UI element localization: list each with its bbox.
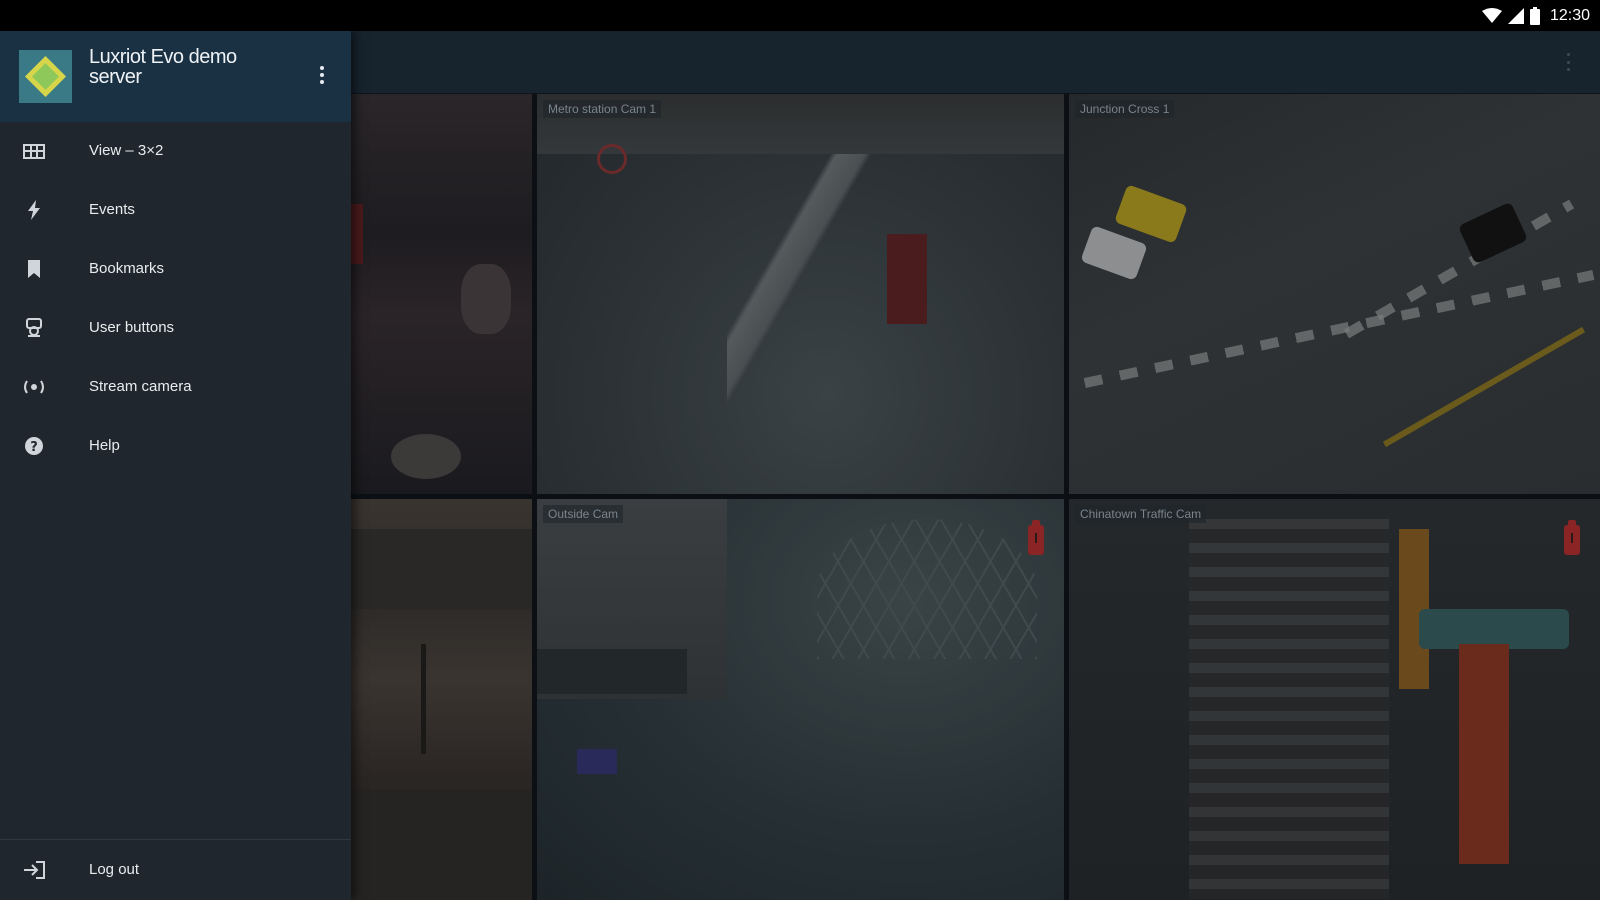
stream-camera-icon bbox=[24, 380, 44, 394]
drawer-divider bbox=[0, 839, 351, 840]
camera-label: Chinatown Traffic Cam bbox=[1075, 505, 1207, 523]
camera-tile[interactable]: Metro station Cam 1 bbox=[537, 94, 1064, 494]
help-icon: ? bbox=[25, 437, 43, 455]
server-menu-icon[interactable] bbox=[314, 63, 330, 87]
app-logo bbox=[19, 50, 72, 103]
app-bar bbox=[351, 31, 1600, 93]
nav-item-label: User buttons bbox=[89, 319, 175, 336]
drawer-header: Luxriot Evo demo server bbox=[0, 31, 351, 122]
navigation-drawer: Luxriot Evo demo server View – 3×2 Event… bbox=[0, 31, 351, 900]
lightning-icon bbox=[28, 200, 40, 220]
signal-icon bbox=[1507, 7, 1524, 24]
bookmark-icon bbox=[28, 260, 40, 278]
nav-item-help[interactable]: ? Help bbox=[0, 417, 351, 476]
nav-item-bookmarks[interactable]: Bookmarks bbox=[0, 240, 351, 299]
status-bar: 12:30 bbox=[0, 0, 1600, 31]
overflow-menu-icon[interactable] bbox=[1558, 50, 1578, 74]
camera-tile[interactable] bbox=[351, 499, 532, 900]
server-name[interactable]: Luxriot Evo demo server bbox=[89, 47, 289, 87]
nav-item-events[interactable]: Events bbox=[0, 181, 351, 240]
battery-icon bbox=[1529, 6, 1540, 25]
logout-label: Log out bbox=[89, 861, 140, 878]
nav-item-view[interactable]: View – 3×2 bbox=[0, 122, 351, 181]
alert-icon bbox=[1564, 520, 1580, 555]
nav-item-label: Events bbox=[89, 201, 135, 218]
nav-item-stream-camera[interactable]: Stream camera bbox=[0, 358, 351, 417]
user-buttons-icon bbox=[26, 318, 42, 337]
alert-icon bbox=[1028, 520, 1044, 555]
nav-item-label: Stream camera bbox=[89, 378, 192, 395]
svg-text:?: ? bbox=[30, 440, 38, 455]
camera-tile[interactable]: Outside Cam bbox=[537, 499, 1064, 900]
camera-tile[interactable] bbox=[351, 94, 532, 494]
wifi-icon bbox=[1481, 7, 1502, 23]
camera-label: Outside Cam bbox=[543, 505, 624, 523]
nav-item-label: View – 3×2 bbox=[89, 142, 164, 159]
nav-item-label: Help bbox=[89, 437, 120, 454]
logout-button[interactable]: Log out bbox=[0, 841, 351, 900]
status-icons: 12:30 bbox=[1481, 0, 1590, 31]
nav-item-label: Bookmarks bbox=[89, 260, 165, 277]
nav-item-user-buttons[interactable]: User buttons bbox=[0, 299, 351, 358]
camera-tile[interactable]: Junction Cross 1 bbox=[1069, 94, 1600, 494]
status-time: 12:30 bbox=[1549, 6, 1590, 24]
camera-label: Metro station Cam 1 bbox=[543, 100, 662, 118]
camera-grid: Metro station Cam 1 Junction Cross 1 Out… bbox=[351, 94, 1600, 900]
grid-view-icon bbox=[23, 144, 45, 159]
logout-icon bbox=[24, 861, 45, 879]
camera-label: Junction Cross 1 bbox=[1075, 100, 1175, 118]
camera-tile[interactable]: Chinatown Traffic Cam bbox=[1069, 499, 1600, 900]
